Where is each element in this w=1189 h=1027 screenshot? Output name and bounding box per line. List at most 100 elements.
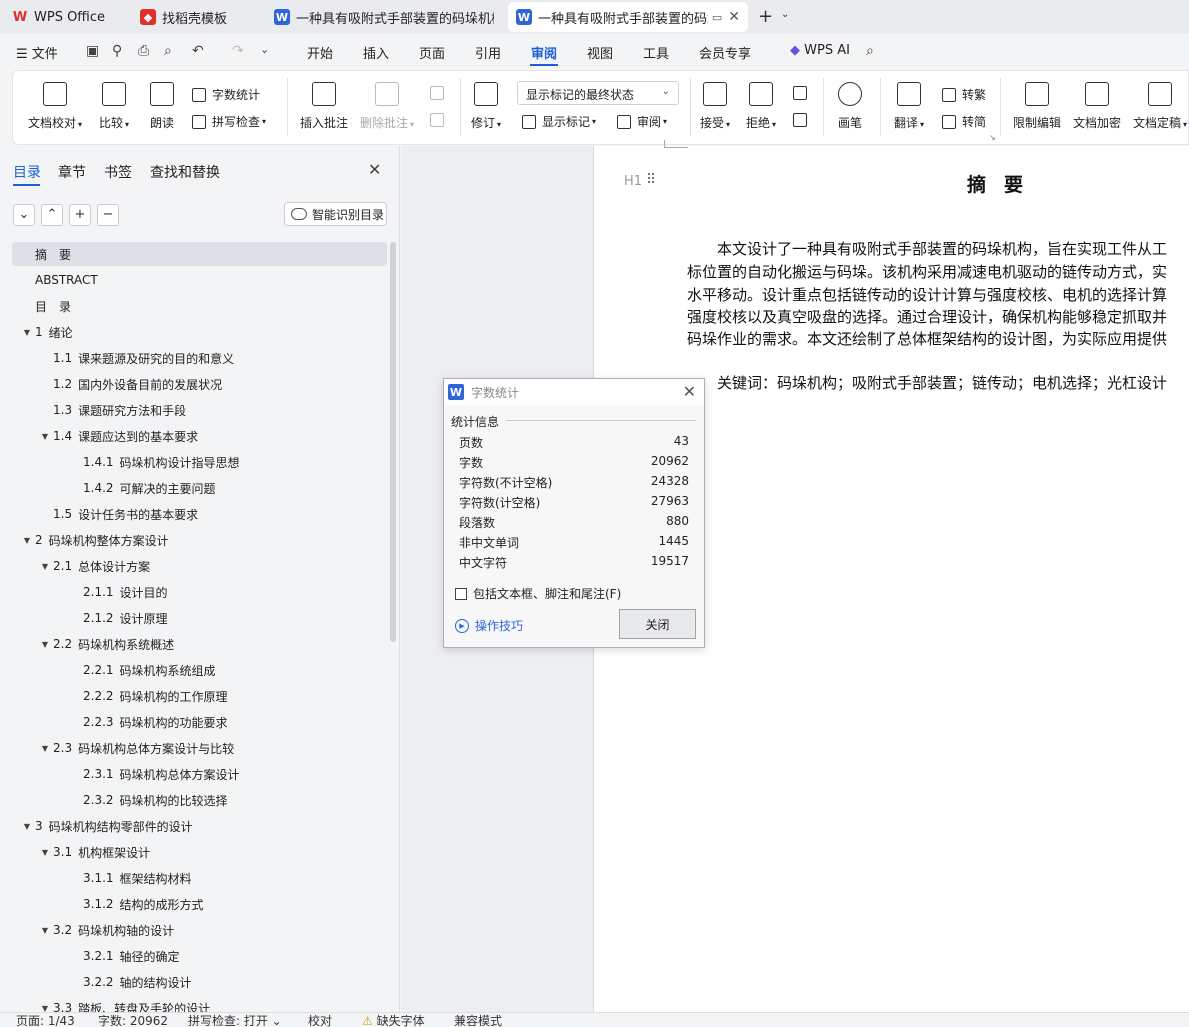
doc-proof-button[interactable]: 文档校对 ▾ [28,82,82,131]
word-count-button[interactable]: 字数统计 [192,86,260,103]
toc-item[interactable]: 1.3 课题研究方法和手段 [12,398,387,422]
monitor-icon[interactable]: ▭ [712,11,722,24]
tab-document-1[interactable]: W 一种具有吸附式手部装置的码垛机构设 [266,2,502,32]
menu-insert[interactable]: 插入 [363,43,389,62]
toc-item[interactable]: ▼ 2.3 码垛机构总体方案设计与比较 [12,736,387,760]
page-indicator[interactable]: 页面: 1/43 [16,1015,75,1027]
toc-item[interactable]: 目 录 [12,294,387,318]
toc-item[interactable]: 1.2 国内外设备目前的发展状况 [12,372,387,396]
tips-link[interactable]: ▶ 操作技巧 [455,617,523,634]
menu-member[interactable]: 会员专享 [699,43,751,62]
toc-item[interactable]: 1.5 设计任务书的基本要求 [12,502,387,526]
toc-item[interactable]: 2.1.1 设计目的 [12,580,387,604]
toc-item[interactable]: 1.4.1 码垛机构设计指导思想 [12,450,387,474]
prev-comment-button[interactable] [430,86,450,100]
read-aloud-button[interactable]: 朗读 [150,82,174,131]
heading-level-tag[interactable]: H1 [624,174,642,189]
toc-item[interactable]: ▼ 3.3 踏板、转盘及手轮的设计 [12,996,387,1012]
expand-down-button[interactable]: ⌄ [13,204,35,226]
new-tab-icon[interactable]: + [758,6,773,27]
missing-font-indicator[interactable]: ⚠ 缺失字体 [362,1015,425,1027]
finalize-button[interactable]: 文档定稿 ▾ [1133,82,1187,131]
toc-item[interactable]: ▼ 1.4 课题应达到的基本要求 [12,424,387,448]
remove-heading-button[interactable]: − [97,204,119,226]
next-change-button[interactable] [793,113,813,127]
track-changes-button[interactable]: 修订 ▾ [471,82,501,131]
toc-item[interactable]: 2.2.2 码垛机构的工作原理 [12,684,387,708]
drag-handle-icon[interactable]: ⠿ [646,172,656,188]
collapse-arrow-icon[interactable]: ▼ [21,536,33,545]
dialog-launcher-icon[interactable]: ↘ [989,133,996,142]
toc-item[interactable]: 2.3.1 码垛机构总体方案设计 [12,762,387,786]
toc-item[interactable]: 2.2.1 码垛机构系统组成 [12,658,387,682]
chevron-down-icon[interactable]: ⌄ [781,9,789,20]
toc-item[interactable]: 摘 要 [12,242,387,266]
toc-item[interactable]: ▼ 2 码垛机构整体方案设计 [12,528,387,552]
collapse-arrow-icon[interactable]: ▼ [21,328,33,337]
close-button[interactable]: 关闭 [619,609,696,639]
collapse-arrow-icon[interactable]: ▼ [39,926,51,935]
close-tab-icon[interactable]: ✕ [728,9,740,25]
toc-item[interactable]: 1.4.2 可解决的主要问题 [12,476,387,500]
toc-item[interactable]: 2.1.2 设计原理 [12,606,387,630]
toc-item[interactable]: ▼ 3 码垛机构结构零部件的设计 [12,814,387,838]
nav-tab-sections[interactable]: 章节 [58,162,86,182]
toc-item[interactable]: ABSTRACT [12,268,387,292]
add-heading-button[interactable]: + [69,204,91,226]
translate-button[interactable]: 翻译 ▾ [894,82,924,131]
insert-comment-button[interactable]: 插入批注 [300,82,348,131]
delete-comment-button[interactable]: 删除批注 ▾ [360,82,414,131]
wps-ai-button[interactable]: ◆ WPS AI [790,43,850,58]
show-markup-button[interactable]: 显示标记 ▾ [522,113,596,130]
undo-icon[interactable]: ↶ [192,43,204,59]
to-traditional-button[interactable]: 转繁 [942,86,986,103]
accept-button[interactable]: 接受 ▾ [700,82,730,131]
proof-indicator[interactable]: 校对 [308,1015,332,1027]
search-icon[interactable]: ⌕ [866,43,874,59]
tab-document-active[interactable]: W 一种具有吸附式手部装置的码垛 ▭ ✕ [508,2,748,32]
menu-tools[interactable]: 工具 [643,43,669,62]
toc-scrollbar[interactable] [390,242,396,642]
toc-item[interactable]: 3.1.2 结构的成形方式 [12,892,387,916]
collapse-arrow-icon[interactable]: ▼ [21,822,33,831]
toc-item[interactable]: 3.2.1 轴径的确定 [12,944,387,968]
collapse-arrow-icon[interactable]: ▼ [39,640,51,649]
prev-change-button[interactable] [793,86,813,100]
review-pane-button[interactable]: 审阅 ▾ [617,113,667,130]
spell-check-indicator[interactable]: 拼写检查: 打开 ⌄ [188,1015,282,1027]
toc-item[interactable]: ▼ 1 绪论 [12,320,387,344]
toc-item[interactable]: ▼ 2.2 码垛机构系统概述 [12,632,387,656]
nav-tab-bookmarks[interactable]: 书签 [104,162,132,182]
file-menu[interactable]: ☰ 文件 [16,43,58,62]
toc-item[interactable]: 1.1 课来题源及研究的目的和意义 [12,346,387,370]
smart-toc-button[interactable]: 智能识别目录 [284,202,387,226]
toc-item[interactable]: 3.1.1 框架结构材料 [12,866,387,890]
encrypt-button[interactable]: 文档加密 [1073,82,1121,131]
collapse-up-button[interactable]: ⌃ [41,204,63,226]
redo-icon[interactable]: ↷ [232,43,244,59]
checkbox-box[interactable] [455,587,467,600]
restrict-edit-button[interactable]: 限制编辑 [1013,82,1061,131]
menu-page[interactable]: 页面 [419,43,445,62]
dialog-title-bar[interactable]: W 字数统计 ✕ [444,379,704,405]
next-comment-button[interactable] [430,113,450,127]
menu-start[interactable]: 开始 [307,43,333,62]
share-icon[interactable]: ⚲ [112,43,122,59]
include-textbox-checkbox[interactable]: 包括文本框、脚注和尾注(F) [455,585,621,602]
close-icon[interactable]: ✕ [683,382,696,401]
compare-button[interactable]: 比较 ▾ [99,82,129,131]
collapse-arrow-icon[interactable]: ▼ [39,432,51,441]
print-icon[interactable]: ⎙ [138,43,149,59]
chevron-down-icon[interactable]: ⌄ [260,43,269,56]
menu-reference[interactable]: 引用 [475,43,501,62]
collapse-arrow-icon[interactable]: ▼ [39,1004,51,1013]
tab-wps-office[interactable]: W WPS Office [4,2,124,32]
collapse-arrow-icon[interactable]: ▼ [39,562,51,571]
print-preview-icon[interactable]: ⌕ [164,43,172,59]
toc-item[interactable]: 2.3.2 码垛机构的比较选择 [12,788,387,812]
nav-tab-find-replace[interactable]: 查找和替换 [150,162,220,182]
toc-item[interactable]: 3.2.2 轴的结构设计 [12,970,387,994]
collapse-arrow-icon[interactable]: ▼ [39,848,51,857]
collapse-arrow-icon[interactable]: ▼ [39,744,51,753]
to-simplified-button[interactable]: 转简 [942,113,986,130]
